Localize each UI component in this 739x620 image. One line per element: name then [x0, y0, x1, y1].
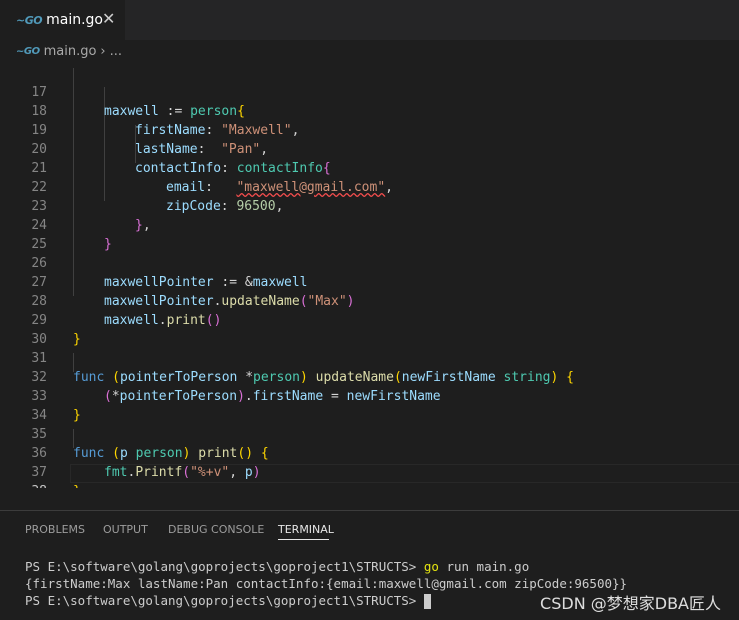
code-line: 32 (*pointerToPerson).firstName = newFir… [0, 349, 739, 404]
tab-title: main.go [46, 12, 103, 28]
code-line: 24 } [0, 197, 739, 252]
go-file-icon: ~GO [16, 45, 40, 57]
code-line: 23 }, [0, 178, 739, 233]
code-line: 25 [0, 216, 739, 252]
tab-output[interactable]: OUTPUT [103, 523, 148, 536]
code-line: 34 [0, 387, 739, 423]
code-line: 18 firstName: "Maxwell", [0, 83, 739, 138]
code-line: 20 contactInfo: contactInfo{ [0, 121, 739, 176]
code-line: 21 email: "maxwell@gmail.com", [0, 140, 739, 195]
code-line: 30 [0, 311, 739, 347]
panel-tabs: PROBLEMS OUTPUT DEBUG CONSOLE TERMINAL [0, 511, 739, 546]
tab-terminal[interactable]: TERMINAL [278, 523, 334, 536]
breadcrumb: ~GO main.go › ... [0, 40, 739, 62]
terminal-line: PS E:\software\golang\goprojects\goproje… [25, 559, 530, 574]
code-line: 31 func (pointerToPerson *person) update… [0, 330, 739, 385]
code-line: 19 lastName: "Pan", [0, 102, 739, 157]
code-line: 33 } [0, 368, 739, 423]
tab-debug-console[interactable]: DEBUG CONSOLE [168, 523, 264, 536]
close-icon[interactable]: ✕ [102, 9, 115, 28]
code-line: 17 maxwell := person{ [0, 64, 739, 119]
go-file-icon: ~GO [16, 13, 43, 27]
editor-tab-bar: ~GO main.go ✕ [0, 0, 739, 40]
active-tab-indicator [278, 539, 329, 540]
tab-main-go[interactable]: ~GO main.go ✕ [0, 0, 125, 40]
code-line: 35 func (p person) print() { [0, 406, 739, 461]
breadcrumb-more[interactable]: ... [110, 44, 122, 59]
tab-problems[interactable]: PROBLEMS [25, 523, 85, 536]
code-editor[interactable]: 17 maxwell := person{ 18 firstName: "Max… [0, 62, 739, 488]
code-line: 37 } [0, 444, 739, 488]
code-line: 38 [0, 463, 739, 488]
code-line: 27 maxwellPointer.updateName("Max") [0, 254, 739, 309]
code-line: 22 zipCode: 96500, [0, 159, 739, 214]
breadcrumb-separator: › [100, 43, 106, 59]
code-line: 36 fmt.Printf("%+v", p) [0, 425, 739, 480]
code-line: 26 maxwellPointer := &maxwell [0, 235, 739, 290]
line-number: 38 [0, 482, 47, 488]
code-line: 28 maxwell.print() [0, 273, 739, 328]
terminal-cursor [423, 594, 431, 609]
breadcrumb-file[interactable]: main.go [44, 44, 97, 59]
watermark: CSDN @梦想家DBA匠人 [540, 594, 721, 613]
code-line: 29 } [0, 292, 739, 347]
